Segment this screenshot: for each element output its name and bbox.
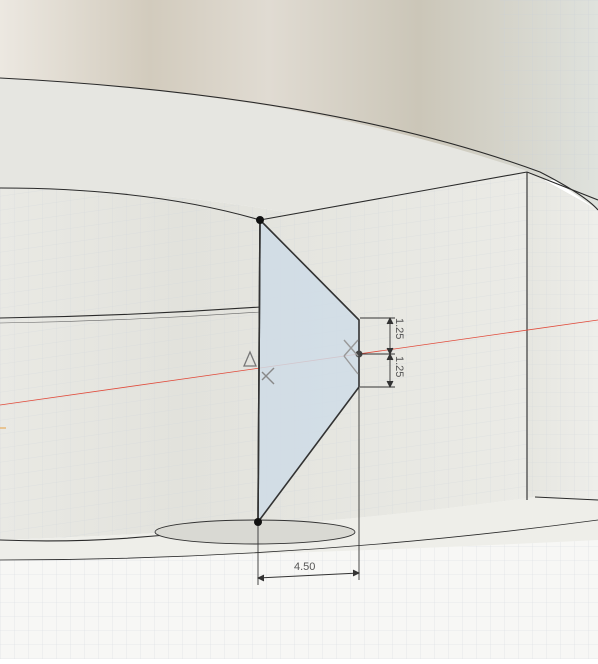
cad-3d-viewport[interactable]: 1.25 1.25 4.50	[0, 0, 598, 659]
sketch-point-bottom[interactable]	[254, 518, 262, 526]
dimension-upper-offset[interactable]: 1.25	[393, 318, 405, 339]
sketch-point-top[interactable]	[256, 216, 264, 224]
background-grid	[500, 0, 598, 180]
dimension-width[interactable]: 4.50	[294, 561, 315, 573]
dimension-lower-offset[interactable]: 1.25	[393, 356, 405, 377]
